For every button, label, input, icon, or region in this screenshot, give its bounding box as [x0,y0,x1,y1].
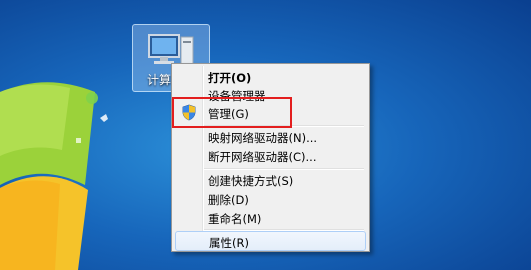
menu-item-rename[interactable]: 重命名(M) [175,208,366,228]
menu-item-delete[interactable]: 删除(D) [175,189,366,209]
menu-item-label: 映射网络驱动器(N)... [208,131,318,145]
menu-item-label: 重命名(M) [208,212,262,226]
menu-item-label: 打开(O) [208,71,252,85]
menu-item-properties[interactable]: 属性(R) [175,231,366,251]
menu-item-label: 创建快捷方式(S) [208,174,294,188]
menu-item-open[interactable]: 打开(O) [175,67,366,87]
menu-item-label: 属性(R) [209,236,249,250]
menu-item-create-shortcut[interactable]: 创建快捷方式(S) [175,170,366,190]
menu-item-label: 删除(D) [208,193,249,207]
menu-item-disconnect-network-drive[interactable]: 断开网络驱动器(C)... [175,146,366,166]
menu-item-map-network-drive[interactable]: 映射网络驱动器(N)... [175,127,366,147]
menu-item-label: 断开网络驱动器(C)... [208,150,317,164]
highlight-box [172,97,292,128]
context-menu: 打开(O) 设备管理器 管理(G) 映射网络驱动器(N)... 断开网络驱动器(… [171,63,370,252]
